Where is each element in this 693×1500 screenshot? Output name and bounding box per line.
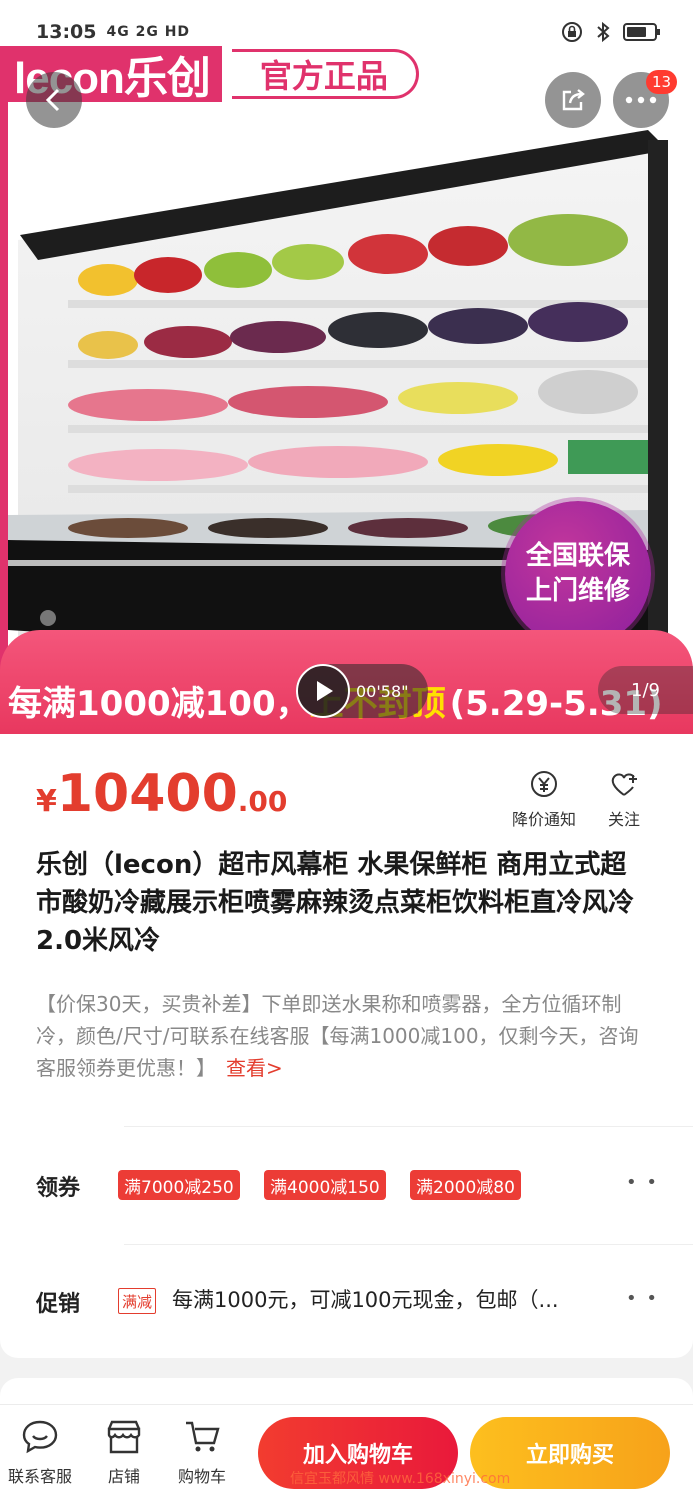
bluetooth-icon bbox=[597, 21, 610, 43]
price-currency: ¥ bbox=[36, 784, 57, 819]
watermark: 信宜玉都风情 www.168xinyi.com bbox=[290, 1471, 511, 1487]
coupon-chip[interactable]: 满4000减150 bbox=[264, 1170, 386, 1200]
chevron-left-icon bbox=[45, 88, 60, 112]
perks-card: 领券 满7000减250 满4000减150 满2000减80 • • 促销 满… bbox=[0, 1126, 693, 1358]
official-genuine-tag: 官方正品 bbox=[231, 49, 419, 99]
promotion-label: 促销 bbox=[36, 1292, 81, 1317]
customer-service-tab[interactable]: 联系客服 bbox=[8, 1417, 72, 1487]
coupon-more-icon[interactable]: • • bbox=[626, 1172, 659, 1193]
video-duration: 00'58" bbox=[356, 681, 409, 701]
cart-label: 购物车 bbox=[178, 1467, 227, 1486]
play-icon bbox=[296, 664, 350, 718]
status-time: 13:05 bbox=[36, 21, 97, 43]
notification-badge: 13 bbox=[646, 70, 678, 94]
divider bbox=[124, 1244, 693, 1245]
gallery-page-indicator: 1/9 bbox=[598, 666, 693, 714]
more-dots-icon bbox=[625, 96, 657, 104]
see-more-link[interactable]: 查看> bbox=[226, 1056, 283, 1080]
follow-label: 关注 bbox=[608, 810, 641, 829]
battery-icon bbox=[623, 23, 660, 41]
store-icon bbox=[107, 1420, 141, 1454]
divider bbox=[124, 1126, 693, 1127]
product-description: 【价保30天，买贵补差】下单即送水果称和喷雾器，全方位循环制冷，颜色/尺寸/可联… bbox=[36, 988, 652, 1084]
promotion-description[interactable]: 每满1000元，可减100元现金，包邮（... bbox=[172, 1284, 559, 1314]
store-tab[interactable]: 店铺 bbox=[104, 1417, 144, 1487]
promotion-more-icon[interactable]: • • bbox=[626, 1288, 659, 1309]
hero-edge-decoration bbox=[0, 102, 8, 734]
price-alert-label: 降价通知 bbox=[512, 810, 577, 829]
chat-bubble-icon bbox=[22, 1420, 58, 1454]
product-title: 乐创（lecon）超市风幕柜 水果保鲜柜 商用立式超市酸奶冷藏展示柜喷雾麻辣烫点… bbox=[36, 850, 635, 956]
price-alert-button[interactable]: 降价通知 bbox=[512, 768, 576, 830]
product-gallery[interactable]: lecon乐创 官方正品 13 全国联保 上门维修 每满1000减100， (5… bbox=[0, 46, 693, 734]
share-button[interactable] bbox=[545, 72, 601, 128]
cart-tab[interactable]: 购物车 bbox=[178, 1417, 226, 1487]
status-icons bbox=[561, 21, 660, 43]
price-drop-bell-icon bbox=[531, 771, 557, 797]
product-info-card: ¥10400.00 降价通知 关注 乐创（lecon）超市风幕柜 水果保鲜柜 商… bbox=[0, 734, 693, 1126]
warranty-line-1: 全国联保 bbox=[525, 540, 630, 571]
price-decimal: .00 bbox=[237, 785, 288, 818]
product-price: ¥10400.00 bbox=[36, 764, 287, 824]
network-indicator: 4G 2G HD bbox=[106, 24, 191, 40]
coupon-label: 领券 bbox=[36, 1176, 81, 1201]
follow-button[interactable]: 关注 bbox=[608, 768, 640, 830]
shopping-cart-icon bbox=[186, 1421, 220, 1452]
coupon-chip[interactable]: 满7000减250 bbox=[118, 1170, 240, 1200]
warranty-badge: 全国联保 上门维修 bbox=[505, 501, 651, 647]
share-icon bbox=[562, 89, 585, 111]
lock-rotation-icon bbox=[562, 22, 582, 42]
description-text: 【价保30天，买贵补差】下单即送水果称和喷雾器，全方位循环制冷，颜色/尺寸/可联… bbox=[36, 992, 639, 1080]
warranty-line-2: 上门维修 bbox=[525, 576, 630, 606]
customer-service-label: 联系客服 bbox=[8, 1467, 73, 1486]
video-play-button[interactable]: 00'58" bbox=[296, 664, 428, 718]
price-integer: 10400 bbox=[56, 764, 238, 824]
promo-prefix: 每满1000减100， bbox=[8, 684, 310, 724]
heart-plus-icon bbox=[611, 773, 637, 796]
store-label: 店铺 bbox=[107, 1467, 140, 1486]
back-button[interactable] bbox=[26, 72, 82, 128]
promotion-tag: 满减 bbox=[118, 1288, 157, 1314]
coupon-chip[interactable]: 满2000减80 bbox=[410, 1170, 521, 1200]
